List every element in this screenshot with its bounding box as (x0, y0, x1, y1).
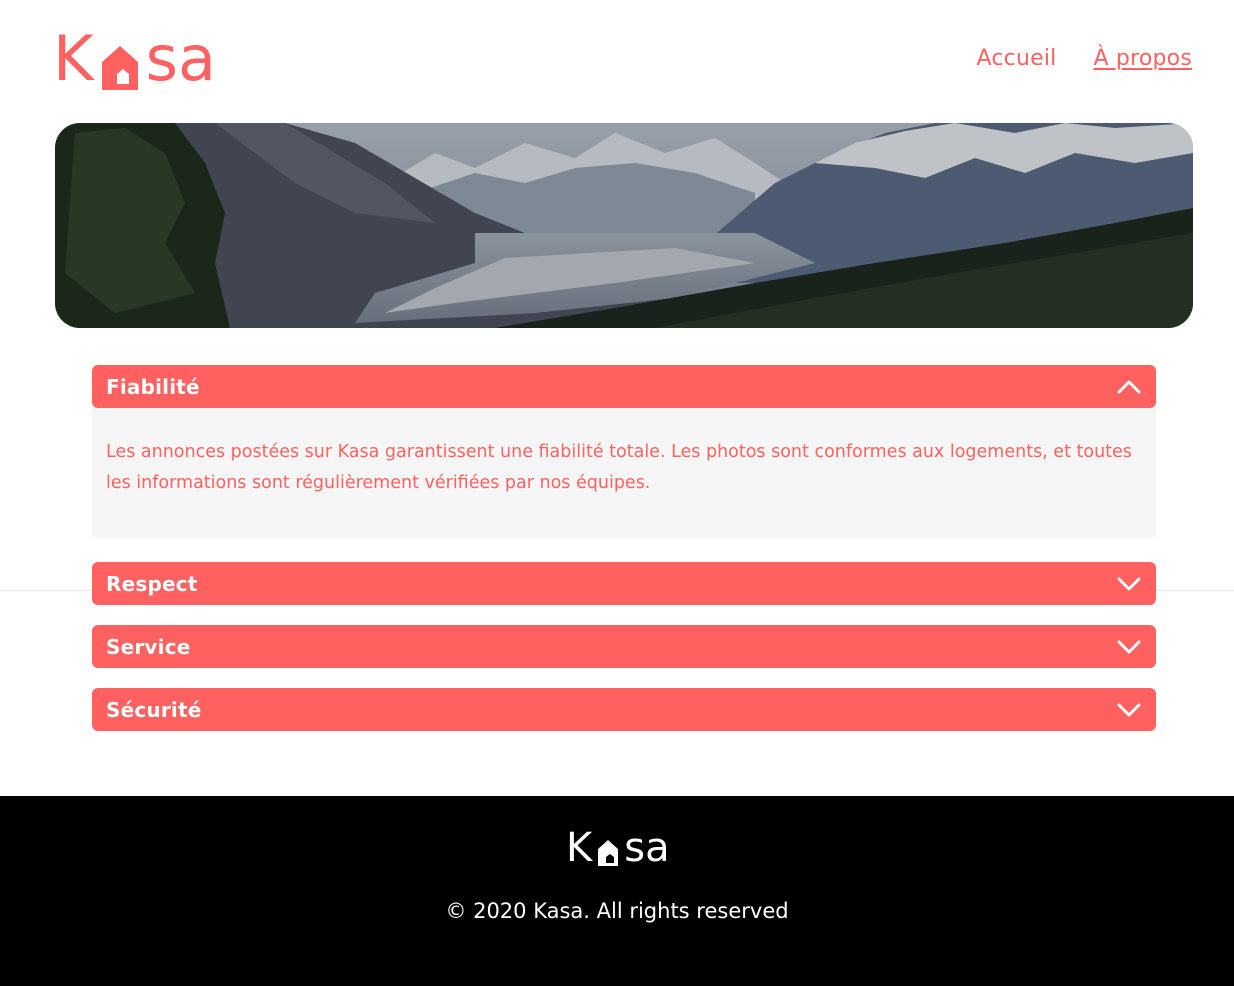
main-nav: Accueil À propos (977, 46, 1193, 71)
nav-link-accueil[interactable]: Accueil (977, 46, 1057, 71)
chevron-down-icon[interactable] (1116, 634, 1142, 660)
site-footer: K sa © 2020 Kasa. All rights reserved (0, 796, 1234, 986)
copyright-text: © 2020 Kasa. All rights reserved (445, 899, 789, 923)
accordion-header-service[interactable]: Service (92, 625, 1156, 668)
chevron-down-icon[interactable] (1116, 697, 1142, 723)
accordion-item-securite: Sécurité (92, 688, 1156, 731)
accordion-item-service: Service (92, 625, 1156, 668)
footer-logo-letters-sa: sa (624, 825, 670, 871)
accordion-title: Service (106, 634, 191, 659)
logo-letters-sa: sa (145, 22, 216, 95)
footer-kasa-logo[interactable]: K sa (566, 826, 670, 870)
accordion-text: Les annonces postées sur Kasa garantisse… (106, 442, 1132, 493)
nav-link-a-propos[interactable]: À propos (1093, 46, 1192, 71)
logo-letter-k: K (53, 22, 94, 95)
footer-logo-letter-k: K (566, 825, 593, 871)
kasa-logo[interactable]: K sa (53, 22, 253, 92)
house-icon (96, 26, 142, 92)
chevron-up-icon[interactable] (1116, 374, 1142, 400)
mountain-landscape-image (55, 123, 1193, 328)
accordion-header-respect[interactable]: Respect (92, 562, 1156, 605)
accordion-title: Fiabilité (106, 374, 200, 399)
accordion-header-fiabilite[interactable]: Fiabilité (92, 365, 1156, 408)
house-icon (594, 826, 622, 870)
site-header: K sa Accueil À propos (0, 0, 1234, 120)
accordion-header-securite[interactable]: Sécurité (92, 688, 1156, 731)
accordion-item-respect: Respect (92, 562, 1156, 605)
hero-banner (55, 123, 1193, 328)
chevron-down-icon[interactable] (1116, 571, 1142, 597)
values-accordion: Fiabilité Les annonces postées sur Kasa … (92, 365, 1156, 751)
accordion-content-fiabilite: Les annonces postées sur Kasa garantisse… (92, 403, 1156, 539)
accordion-title: Respect (106, 571, 198, 596)
accordion-item-fiabilite: Fiabilité Les annonces postées sur Kasa … (92, 365, 1156, 539)
accordion-title: Sécurité (106, 697, 202, 722)
